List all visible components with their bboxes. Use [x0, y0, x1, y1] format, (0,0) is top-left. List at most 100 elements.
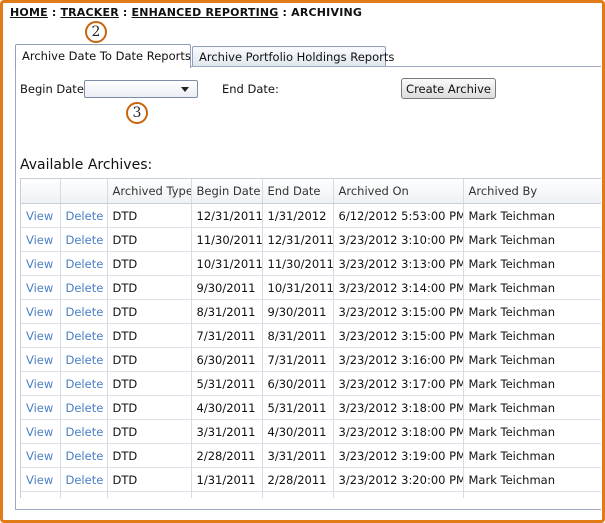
- delete-link[interactable]: Delete: [60, 371, 108, 396]
- delete-link[interactable]: Delete: [60, 227, 108, 252]
- begin-date-cell: 1/31/2011: [191, 467, 263, 492]
- view-link[interactable]: View: [21, 371, 61, 396]
- archived-by-cell: Mark Teichman: [463, 275, 601, 300]
- column-header-delete: [60, 179, 108, 204]
- table-row: View Delete DTD 7/31/2011 8/31/2011 3/23…: [21, 323, 601, 348]
- begin-date-cell: 2/28/2011: [191, 443, 263, 468]
- archived-by-cell: Mark Teichman: [463, 467, 601, 492]
- delete-link[interactable]: Delete: [60, 347, 108, 372]
- table-row: View Delete DTD 4/30/2011 5/31/2011 3/23…: [21, 395, 601, 420]
- archived-type-cell: DTD: [107, 419, 192, 444]
- delete-link[interactable]: Delete: [60, 323, 108, 348]
- tab-archive-date-to-date[interactable]: Archive Date To Date Reports: [15, 44, 191, 68]
- breadcrumb-separator: :: [51, 6, 57, 19]
- column-header-begin-date[interactable]: Begin Date: [191, 179, 263, 204]
- end-date-label: End Date:: [222, 82, 279, 96]
- archived-type-cell: DTD: [107, 467, 192, 492]
- breadcrumb-separator: :: [122, 6, 128, 19]
- end-date-cell: 1/31/2012: [262, 203, 334, 228]
- archived-on-cell: 3/23/2012 3:19:00 PM: [333, 443, 464, 468]
- archived-on-cell: 6/12/2012 5:53:00 PM: [333, 203, 464, 228]
- begin-date-cell: 9/30/2011: [191, 275, 263, 300]
- tab-archive-portfolio-holdings[interactable]: Archive Portfolio Holdings Reports: [192, 46, 394, 67]
- delete-link[interactable]: Delete: [60, 299, 108, 324]
- table-row: View Delete DTD 1/31/2011 2/28/2011 3/23…: [21, 467, 601, 492]
- archived-type-cell: DTD: [107, 203, 192, 228]
- delete-link[interactable]: Delete: [60, 467, 108, 492]
- view-link[interactable]: View: [21, 227, 61, 252]
- table-filler-row: [21, 491, 601, 498]
- chevron-down-icon: [181, 87, 189, 92]
- begin-date-cell: 4/30/2011: [191, 395, 263, 420]
- archived-type-cell: DTD: [107, 443, 192, 468]
- create-archive-button[interactable]: Create Archive: [401, 78, 496, 99]
- delete-link[interactable]: Delete: [60, 443, 108, 468]
- table-row: View Delete DTD 6/30/2011 7/31/2011 3/23…: [21, 347, 601, 372]
- view-link[interactable]: View: [21, 347, 61, 372]
- archives-table: Archived Type Begin Date End Date Archiv…: [21, 179, 601, 498]
- breadcrumb-separator: :: [282, 6, 288, 19]
- end-date-cell: 9/30/2011: [262, 299, 334, 324]
- view-link[interactable]: View: [21, 251, 61, 276]
- archived-by-cell: Mark Teichman: [463, 371, 601, 396]
- begin-date-cell: 12/31/2011: [191, 203, 263, 228]
- column-header-archived-by[interactable]: Archived By: [463, 179, 601, 204]
- archived-on-cell: 3/23/2012 3:13:00 PM: [333, 251, 464, 276]
- column-header-archived-on[interactable]: Archived On: [333, 179, 464, 204]
- archived-on-cell: 3/23/2012 3:16:00 PM: [333, 347, 464, 372]
- table-row: View Delete DTD 3/31/2011 4/30/2011 3/23…: [21, 419, 601, 444]
- archived-type-cell: DTD: [107, 395, 192, 420]
- begin-date-cell: 6/30/2011: [191, 347, 263, 372]
- table-row: View Delete DTD 2/28/2011 3/31/2011 3/23…: [21, 443, 601, 468]
- begin-date-cell: 11/30/2011: [191, 227, 263, 252]
- view-link[interactable]: View: [21, 299, 61, 324]
- end-date-cell: 6/30/2011: [262, 371, 334, 396]
- delete-link[interactable]: Delete: [60, 275, 108, 300]
- archived-by-cell: Mark Teichman: [463, 227, 601, 252]
- end-date-cell: 10/31/2011: [262, 275, 334, 300]
- available-archives-title: Available Archives:: [20, 157, 153, 173]
- end-date-cell: 7/31/2011: [262, 347, 334, 372]
- end-date-cell: 2/28/2011: [262, 467, 334, 492]
- archived-type-cell: DTD: [107, 251, 192, 276]
- table-row: View Delete DTD 9/30/2011 10/31/2011 3/2…: [21, 275, 601, 300]
- view-link[interactable]: View: [21, 323, 61, 348]
- callout-marker-2: 2: [85, 21, 107, 43]
- archived-by-cell: Mark Teichman: [463, 347, 601, 372]
- view-link[interactable]: View: [21, 443, 61, 468]
- begin-date-cell: 8/31/2011: [191, 299, 263, 324]
- breadcrumb-current: ARCHIVING: [291, 6, 363, 19]
- delete-link[interactable]: Delete: [60, 395, 108, 420]
- archived-on-cell: 3/23/2012 3:10:00 PM: [333, 227, 464, 252]
- archived-by-cell: Mark Teichman: [463, 251, 601, 276]
- archived-type-cell: DTD: [107, 299, 192, 324]
- view-link[interactable]: View: [21, 419, 61, 444]
- delete-link[interactable]: Delete: [60, 203, 108, 228]
- table-row: View Delete DTD 11/30/2011 12/31/2011 3/…: [21, 227, 601, 252]
- delete-link[interactable]: Delete: [60, 419, 108, 444]
- archived-on-cell: 3/23/2012 3:15:00 PM: [333, 299, 464, 324]
- archived-type-cell: DTD: [107, 275, 192, 300]
- view-link[interactable]: View: [21, 203, 61, 228]
- archived-type-cell: DTD: [107, 347, 192, 372]
- table-row: View Delete DTD 8/31/2011 9/30/2011 3/23…: [21, 299, 601, 324]
- column-header-archived-type[interactable]: Archived Type: [107, 179, 192, 204]
- breadcrumb: HOME: TRACKER: ENHANCED REPORTING: ARCHIVIN…: [10, 6, 362, 19]
- breadcrumb-home[interactable]: HOME: [10, 6, 48, 19]
- column-header-end-date[interactable]: End Date: [262, 179, 334, 204]
- begin-date-select[interactable]: [84, 80, 198, 98]
- archives-grid: Archived Type Begin Date End Date Archiv…: [20, 178, 601, 498]
- begin-date-cell: 3/31/2011: [191, 419, 263, 444]
- end-date-cell: 12/31/2011: [262, 227, 334, 252]
- breadcrumb-enhanced-reporting[interactable]: ENHANCED REPORTING: [132, 6, 279, 19]
- table-row: View Delete DTD 5/31/2011 6/30/2011 3/23…: [21, 371, 601, 396]
- view-link[interactable]: View: [21, 467, 61, 492]
- view-link[interactable]: View: [21, 275, 61, 300]
- view-link[interactable]: View: [21, 395, 61, 420]
- archived-type-cell: DTD: [107, 227, 192, 252]
- table-header-row: Archived Type Begin Date End Date Archiv…: [21, 179, 601, 204]
- end-date-cell: 5/31/2011: [262, 395, 334, 420]
- breadcrumb-tracker[interactable]: TRACKER: [60, 6, 118, 19]
- archived-by-cell: Mark Teichman: [463, 395, 601, 420]
- delete-link[interactable]: Delete: [60, 251, 108, 276]
